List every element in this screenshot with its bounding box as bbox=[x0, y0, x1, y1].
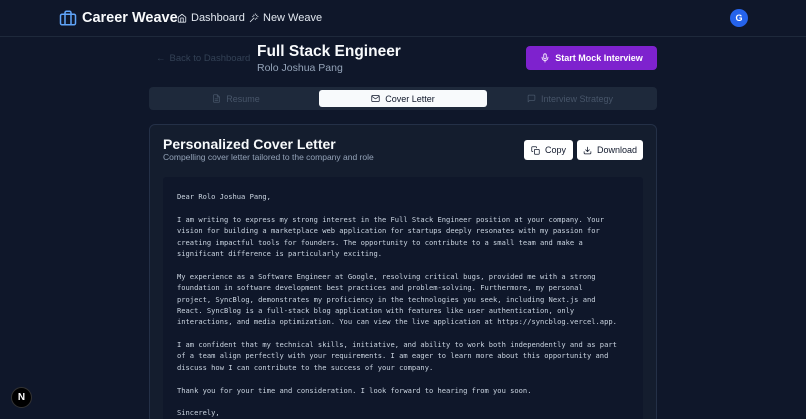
tab-resume[interactable]: Resume bbox=[152, 90, 320, 107]
tab-cover-letter-label: Cover Letter bbox=[385, 93, 435, 104]
letter-line: creating impactful tools for founders. T… bbox=[177, 237, 583, 247]
microphone-icon bbox=[541, 53, 549, 63]
tab-bar: Resume Cover Letter Interview Strategy bbox=[149, 87, 657, 110]
letter-line: I am confident that my technical skills,… bbox=[177, 340, 617, 350]
card-subtitle: Compelling cover letter tailored to the … bbox=[163, 152, 374, 162]
back-label: Back to Dashboard bbox=[169, 53, 251, 64]
letter-line: discuss how I can contribute to the succ… bbox=[177, 362, 434, 372]
top-navbar: Career Weave Dashboard New Weave G bbox=[0, 0, 806, 37]
letter-line bbox=[177, 328, 629, 339]
download-label: Download bbox=[596, 145, 638, 155]
letter-line bbox=[177, 373, 629, 384]
copy-icon bbox=[531, 145, 540, 155]
chat-icon bbox=[527, 94, 536, 103]
tab-interview-strategy-label: Interview Strategy bbox=[540, 93, 614, 104]
arrow-left-icon: ← bbox=[156, 53, 166, 64]
nav-dashboard-link[interactable]: Dashboard bbox=[177, 11, 245, 25]
brand-name: Career Weave bbox=[82, 10, 178, 26]
letter-line: significant difference is particularly e… bbox=[177, 248, 382, 258]
card-title: Personalized Cover Letter bbox=[163, 136, 336, 152]
letter-line: vision for building a marketplace web ap… bbox=[177, 226, 600, 236]
letter-line bbox=[177, 259, 629, 270]
dev-tools-badge[interactable]: N bbox=[11, 387, 32, 408]
letter-line: Sincerely, bbox=[177, 408, 220, 418]
candidate-name: Rolo Joshua Pang bbox=[257, 62, 343, 74]
copy-label: Copy bbox=[544, 145, 566, 155]
back-to-dashboard-link[interactable]: ← Back to Dashboard bbox=[156, 53, 250, 64]
nav-new-weave-label: New Weave bbox=[263, 12, 323, 24]
download-button[interactable]: Download bbox=[577, 140, 643, 160]
letter-line bbox=[177, 396, 629, 407]
letter-line: Thank you for your time and consideratio… bbox=[177, 385, 532, 395]
letter-line: Dear Rolo Joshua Pang, bbox=[177, 192, 271, 201]
letter-line bbox=[177, 202, 629, 213]
letter-line: I am writing to express my strong intere… bbox=[177, 214, 605, 224]
home-icon bbox=[177, 13, 187, 23]
document-icon bbox=[213, 94, 221, 103]
letter-line: foundation in software development best … bbox=[177, 283, 583, 293]
tab-resume-label: Resume bbox=[226, 93, 260, 104]
download-icon bbox=[583, 146, 592, 154]
start-mock-interview-button[interactable]: Start Mock Interview bbox=[526, 46, 657, 70]
tab-cover-letter[interactable]: Cover Letter bbox=[319, 90, 487, 107]
user-avatar[interactable]: G bbox=[730, 9, 748, 27]
page-title: Full Stack Engineer bbox=[257, 43, 401, 60]
nav-new-weave-link[interactable]: New Weave bbox=[249, 11, 322, 25]
letter-line: My experience as a Software Engineer at … bbox=[177, 271, 596, 281]
briefcase-icon bbox=[59, 10, 77, 26]
mail-icon bbox=[371, 95, 380, 102]
brand-logo[interactable]: Career Weave bbox=[59, 8, 178, 28]
letter-line: of a team align perfectly with your requ… bbox=[177, 351, 609, 361]
copy-button[interactable]: Copy bbox=[524, 140, 573, 160]
letter-line: project, SyncBlog, demonstrates my profi… bbox=[177, 294, 596, 304]
letter-line: interactions, and media optimization. Yo… bbox=[177, 317, 617, 327]
cover-letter-text[interactable]: Dear Rolo Joshua Pang, I am writing to e… bbox=[163, 177, 643, 419]
wand-icon bbox=[249, 13, 259, 23]
letter-line: React. SyncBlog is a full-stack blog app… bbox=[177, 305, 575, 315]
mock-interview-label: Start Mock Interview bbox=[555, 53, 643, 63]
nav-dashboard-label: Dashboard bbox=[191, 12, 245, 24]
tab-interview-strategy[interactable]: Interview Strategy bbox=[486, 90, 654, 107]
